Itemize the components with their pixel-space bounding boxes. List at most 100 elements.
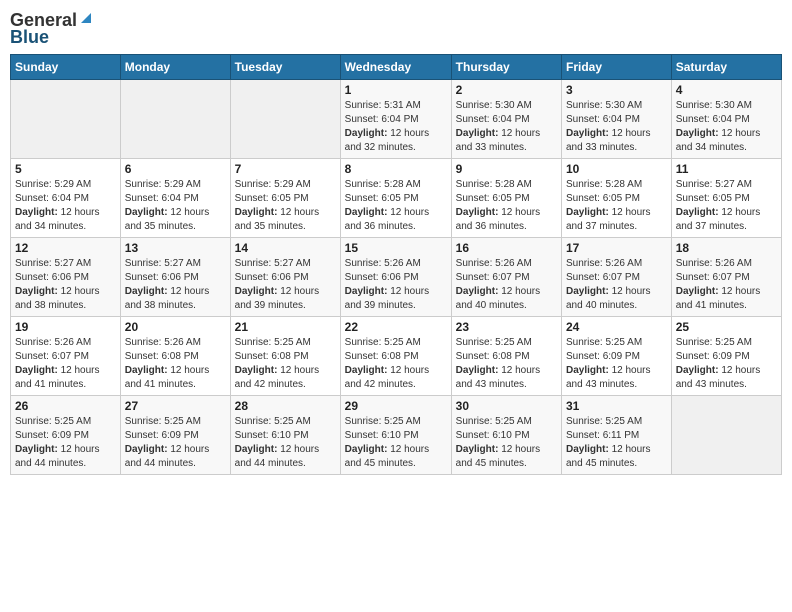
calendar-cell: 6 Sunrise: 5:29 AMSunset: 6:04 PMDaylight… [120,159,230,238]
calendar-header-row: SundayMondayTuesdayWednesdayThursdayFrid… [11,55,782,80]
calendar-cell: 4 Sunrise: 5:30 AMSunset: 6:04 PMDaylight… [671,80,781,159]
day-info: Sunrise: 5:30 AMSunset: 6:04 PMDaylight:… [676,99,777,155]
calendar-week-row-2: 12Sunrise: 5:27 AMSunset: 6:06 PMDayligh… [11,238,782,317]
calendar-cell: 27 Sunrise: 5:25 AMSunset: 6:09 PMDayligh… [120,396,230,475]
calendar-cell: 15Sunrise: 5:26 AMSunset: 6:06 PMDayligh… [340,238,451,317]
calendar-cell: 13 Sunrise: 5:27 AMSunset: 6:06 PMDayligh… [120,238,230,317]
calendar-cell [230,80,340,159]
day-info: Sunrise: 5:25 AMSunset: 6:08 PMDaylight:… [345,336,447,392]
day-number: 22 [345,320,447,334]
day-info: Sunrise: 5:25 AMSunset: 6:10 PMDaylight:… [345,415,447,471]
calendar-week-row-1: 5 Sunrise: 5:29 AMSunset: 6:04 PMDaylight… [11,159,782,238]
day-number: 27 [125,399,226,413]
calendar-cell: 21Sunrise: 5:25 AMSunset: 6:08 PMDayligh… [230,317,340,396]
calendar-cell: 2 Sunrise: 5:30 AMSunset: 6:04 PMDaylight… [451,80,561,159]
calendar-cell: 28 Sunrise: 5:25 AMSunset: 6:10 PMDayligh… [230,396,340,475]
day-number: 24 [566,320,667,334]
day-info: Sunrise: 5:25 AMSunset: 6:09 PMDaylight:… [676,336,777,392]
page-header: General Blue [10,10,782,48]
calendar-cell: 31Sunrise: 5:25 AMSunset: 6:11 PMDayligh… [562,396,672,475]
day-info: Sunrise: 5:30 AMSunset: 6:04 PMDaylight:… [456,99,557,155]
day-info: Sunrise: 5:26 AMSunset: 6:07 PMDaylight:… [15,336,116,392]
calendar-cell [671,396,781,475]
day-info: Sunrise: 5:30 AMSunset: 6:04 PMDaylight:… [566,99,667,155]
day-info: Sunrise: 5:28 AMSunset: 6:05 PMDaylight:… [345,178,447,234]
day-info: Sunrise: 5:28 AMSunset: 6:05 PMDaylight:… [566,178,667,234]
day-info: Sunrise: 5:29 AMSunset: 6:05 PMDaylight:… [235,178,336,234]
header-day-wednesday: Wednesday [340,55,451,80]
day-number: 1 [345,83,447,97]
calendar-cell: 30Sunrise: 5:25 AMSunset: 6:10 PMDayligh… [451,396,561,475]
header-day-sunday: Sunday [11,55,121,80]
day-number: 11 [676,162,777,176]
header-day-saturday: Saturday [671,55,781,80]
calendar-cell: 7 Sunrise: 5:29 AMSunset: 6:05 PMDaylight… [230,159,340,238]
day-number: 19 [15,320,116,334]
day-number: 26 [15,399,116,413]
calendar-cell: 20 Sunrise: 5:26 AMSunset: 6:08 PMDayligh… [120,317,230,396]
day-number: 29 [345,399,447,413]
calendar-week-row-4: 26 Sunrise: 5:25 AMSunset: 6:09 PMDayligh… [11,396,782,475]
calendar-cell [120,80,230,159]
day-info: Sunrise: 5:27 AMSunset: 6:05 PMDaylight:… [676,178,777,234]
day-info: Sunrise: 5:25 AMSunset: 6:09 PMDaylight:… [566,336,667,392]
logo-blue-text: Blue [10,27,49,48]
calendar-cell [11,80,121,159]
day-number: 5 [15,162,116,176]
day-info: Sunrise: 5:26 AMSunset: 6:07 PMDaylight:… [566,257,667,313]
day-number: 14 [235,241,336,255]
calendar-cell: 25 Sunrise: 5:25 AMSunset: 6:09 PMDayligh… [671,317,781,396]
day-info: Sunrise: 5:26 AMSunset: 6:07 PMDaylight:… [456,257,557,313]
calendar-cell: 11 Sunrise: 5:27 AMSunset: 6:05 PMDayligh… [671,159,781,238]
day-info: Sunrise: 5:25 AMSunset: 6:11 PMDaylight:… [566,415,667,471]
calendar-week-row-3: 19 Sunrise: 5:26 AMSunset: 6:07 PMDayligh… [11,317,782,396]
header-day-friday: Friday [562,55,672,80]
header-day-thursday: Thursday [451,55,561,80]
header-day-tuesday: Tuesday [230,55,340,80]
calendar-cell: 22 Sunrise: 5:25 AMSunset: 6:08 PMDayligh… [340,317,451,396]
calendar-cell: 29 Sunrise: 5:25 AMSunset: 6:10 PMDayligh… [340,396,451,475]
calendar-cell: 12Sunrise: 5:27 AMSunset: 6:06 PMDayligh… [11,238,121,317]
day-info: Sunrise: 5:26 AMSunset: 6:08 PMDaylight:… [125,336,226,392]
day-number: 10 [566,162,667,176]
day-number: 28 [235,399,336,413]
calendar-cell: 5 Sunrise: 5:29 AMSunset: 6:04 PMDaylight… [11,159,121,238]
day-info: Sunrise: 5:28 AMSunset: 6:05 PMDaylight:… [456,178,557,234]
logo-arrow-icon [79,11,93,30]
calendar-cell: 3Sunrise: 5:30 AMSunset: 6:04 PMDaylight… [562,80,672,159]
day-info: Sunrise: 5:27 AMSunset: 6:06 PMDaylight:… [125,257,226,313]
day-number: 23 [456,320,557,334]
calendar-cell: 9 Sunrise: 5:28 AMSunset: 6:05 PMDaylight… [451,159,561,238]
day-number: 2 [456,83,557,97]
day-number: 15 [345,241,447,255]
calendar-body: 1Sunrise: 5:31 AMSunset: 6:04 PMDaylight… [11,80,782,475]
calendar-cell: 26Sunrise: 5:25 AMSunset: 6:09 PMDayligh… [11,396,121,475]
day-info: Sunrise: 5:29 AMSunset: 6:04 PMDaylight:… [15,178,116,234]
calendar-cell: 24 Sunrise: 5:25 AMSunset: 6:09 PMDayligh… [562,317,672,396]
day-number: 8 [345,162,447,176]
day-info: Sunrise: 5:29 AMSunset: 6:04 PMDaylight:… [125,178,226,234]
day-number: 9 [456,162,557,176]
day-info: Sunrise: 5:25 AMSunset: 6:08 PMDaylight:… [235,336,336,392]
calendar-table: SundayMondayTuesdayWednesdayThursdayFrid… [10,54,782,475]
day-info: Sunrise: 5:25 AMSunset: 6:08 PMDaylight:… [456,336,557,392]
calendar-week-row-0: 1Sunrise: 5:31 AMSunset: 6:04 PMDaylight… [11,80,782,159]
day-number: 20 [125,320,226,334]
day-number: 7 [235,162,336,176]
day-number: 30 [456,399,557,413]
calendar-cell: 18 Sunrise: 5:26 AMSunset: 6:07 PMDayligh… [671,238,781,317]
day-info: Sunrise: 5:27 AMSunset: 6:06 PMDaylight:… [235,257,336,313]
day-info: Sunrise: 5:26 AMSunset: 6:07 PMDaylight:… [676,257,777,313]
day-info: Sunrise: 5:27 AMSunset: 6:06 PMDaylight:… [15,257,116,313]
day-number: 4 [676,83,777,97]
day-number: 6 [125,162,226,176]
logo: General Blue [10,10,93,48]
calendar-cell: 1Sunrise: 5:31 AMSunset: 6:04 PMDaylight… [340,80,451,159]
day-info: Sunrise: 5:25 AMSunset: 6:10 PMDaylight:… [235,415,336,471]
day-number: 18 [676,241,777,255]
day-info: Sunrise: 5:25 AMSunset: 6:09 PMDaylight:… [125,415,226,471]
day-number: 25 [676,320,777,334]
calendar-cell: 16Sunrise: 5:26 AMSunset: 6:07 PMDayligh… [451,238,561,317]
day-number: 13 [125,241,226,255]
calendar-cell: 8 Sunrise: 5:28 AMSunset: 6:05 PMDaylight… [340,159,451,238]
